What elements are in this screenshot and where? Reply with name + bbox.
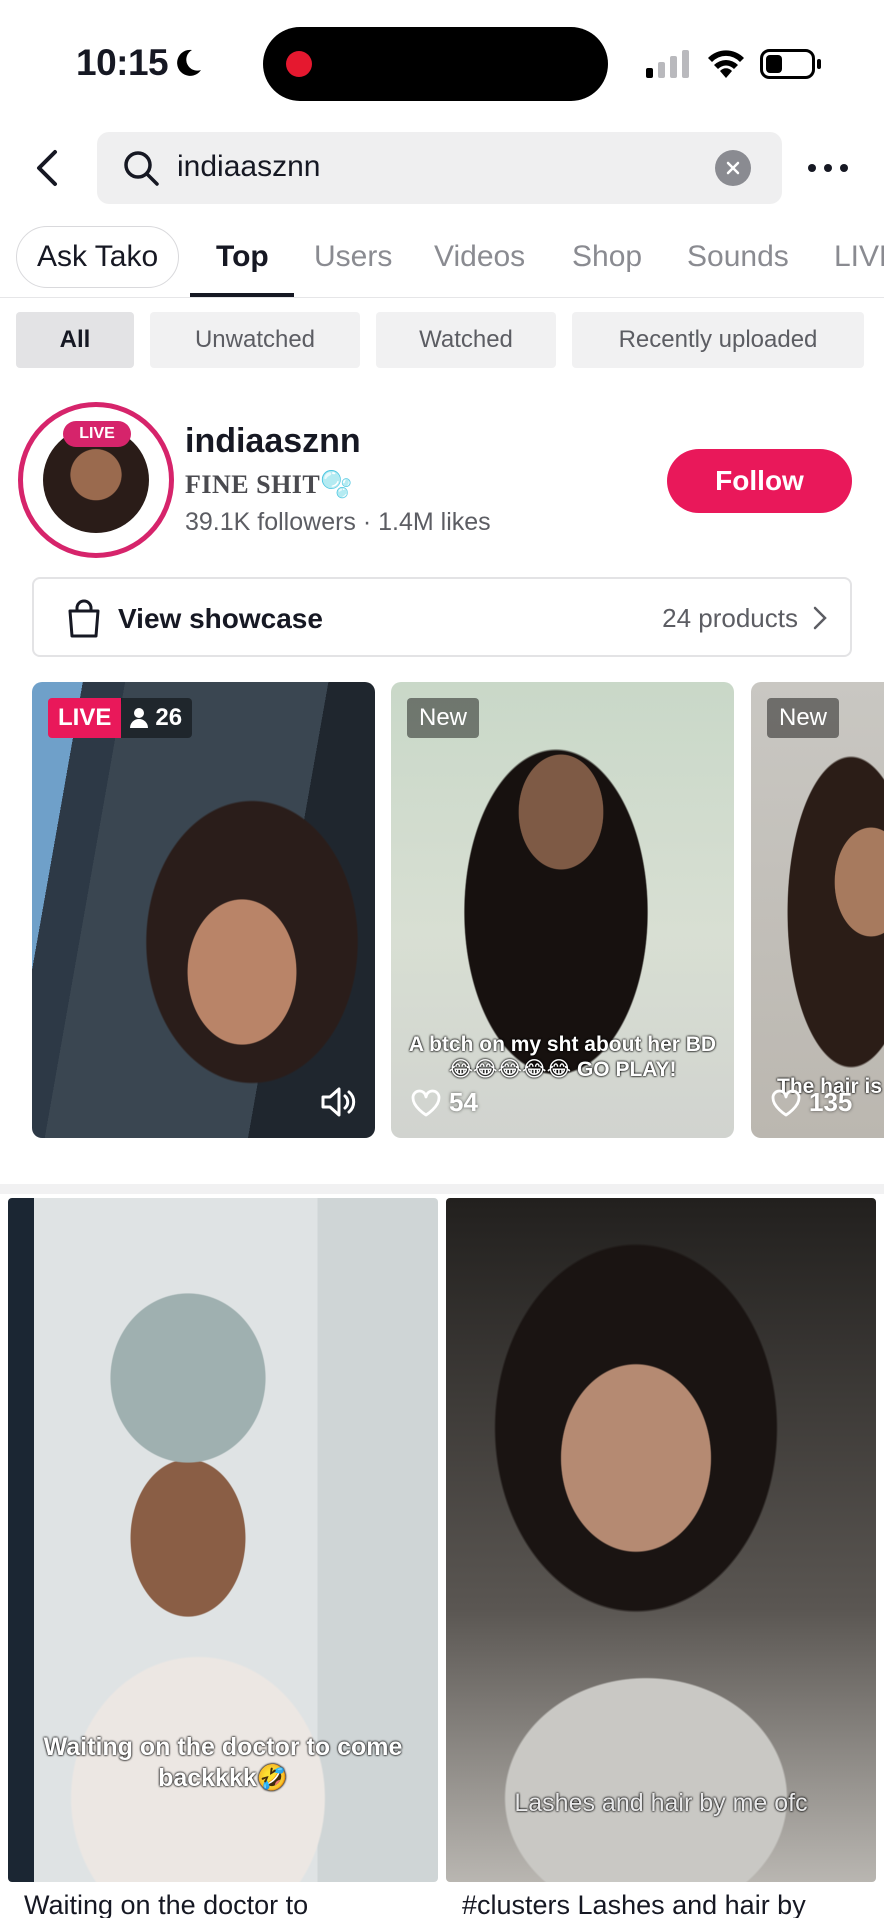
person-icon [130, 708, 149, 728]
close-icon [726, 161, 740, 175]
active-tab-indicator [190, 293, 294, 297]
video-caption-overlay: A btch on my sht about her BD 😂😂😂😂😂 GO P… [408, 1033, 717, 1082]
heart-icon [411, 1089, 441, 1116]
tab-shop[interactable]: Shop [572, 240, 642, 274]
back-button[interactable] [24, 140, 68, 196]
grid-video-title[interactable]: #clusters Lashes and hair by [462, 1890, 872, 1918]
username[interactable]: indiaasznn [185, 422, 361, 461]
clear-search-button[interactable] [715, 150, 751, 186]
showcase-label: View showcase [118, 603, 323, 634]
dynamic-island [263, 27, 608, 101]
live-label: LIVE [48, 698, 122, 738]
chevron-right-icon [813, 606, 827, 630]
heart-icon [771, 1089, 801, 1116]
avatar-live-badge: LIVE [63, 421, 131, 447]
like-count: 54 [411, 1087, 478, 1118]
video-thumbnail [32, 682, 375, 1138]
recording-indicator [286, 51, 312, 77]
ask-tako-button[interactable]: Ask Tako [16, 226, 180, 288]
tab-top[interactable]: Top [216, 240, 269, 274]
new-badge: New [407, 698, 480, 738]
status-bar: 10:15 [0, 0, 884, 120]
status-time: 10:15 [76, 42, 169, 83]
search-tabs: Ask Tako Top Users Videos Shop Sounds LI… [0, 222, 884, 298]
grid-video-card[interactable]: Waiting on the doctor to come backkkk🤣 [8, 1198, 438, 1882]
sound-on-icon[interactable] [319, 1084, 359, 1120]
showcase-product-count: 24 products [662, 603, 798, 633]
tab-videos[interactable]: Videos [434, 240, 525, 274]
video-card[interactable]: New A btch on my sht about her BD 😂😂😂😂😂 … [391, 682, 734, 1138]
grid-video-card[interactable]: Lashes and hair by me ofc [446, 1198, 876, 1882]
view-showcase-row[interactable]: View showcase 24 products [32, 577, 852, 657]
viewer-count: 26 [121, 698, 193, 738]
like-count-value: 135 [809, 1087, 853, 1117]
cellular-signal-icon [646, 50, 689, 78]
video-thumbnail [751, 682, 884, 1138]
tab-live[interactable]: LIVE [834, 240, 884, 274]
shopping-bag-icon [68, 599, 100, 638]
like-count-value: 54 [449, 1087, 478, 1117]
new-badge: New [767, 698, 840, 738]
video-caption-overlay: Waiting on the doctor to come backkkk🤣 [43, 1733, 403, 1793]
chevron-left-icon [37, 150, 57, 186]
filter-all[interactable]: All [16, 312, 134, 368]
more-dot-icon [808, 164, 816, 172]
more-dot-icon [840, 164, 848, 172]
filter-unwatched[interactable]: Unwatched [150, 312, 360, 368]
search-icon [124, 151, 159, 186]
filter-watched[interactable]: Watched [376, 312, 556, 368]
viewer-count-value: 26 [155, 704, 183, 731]
filter-recently-uploaded[interactable]: Recently uploaded [572, 312, 864, 368]
battery-icon [760, 49, 821, 79]
user-bio: FINE SHIT🫧 [185, 470, 354, 499]
wifi-icon [708, 50, 744, 78]
more-dot-icon [824, 164, 832, 172]
moon-icon [177, 49, 201, 76]
search-input[interactable]: indiaasznn [97, 132, 782, 204]
live-badge: LIVE 26 [48, 698, 193, 738]
grid-video-title[interactable]: Waiting on the doctor to [24, 1890, 434, 1918]
section-divider [0, 1184, 884, 1194]
video-thumbnail [446, 1198, 876, 1882]
follow-button[interactable]: Follow [667, 449, 852, 513]
live-video-card[interactable]: LIVE 26 [32, 682, 375, 1138]
video-caption-overlay: Lashes and hair by me ofc [514, 1789, 808, 1817]
like-count: 135 [771, 1087, 852, 1118]
search-query: indiaasznn [177, 150, 321, 183]
more-options-button[interactable] [808, 150, 848, 186]
tab-users[interactable]: Users [314, 240, 392, 274]
user-stats: 39.1K followers · 1.4M likes [185, 508, 491, 536]
tab-sounds[interactable]: Sounds [687, 240, 789, 274]
video-card[interactable]: New The hair is b 135 [751, 682, 884, 1138]
user-avatar[interactable]: LIVE [18, 402, 174, 558]
